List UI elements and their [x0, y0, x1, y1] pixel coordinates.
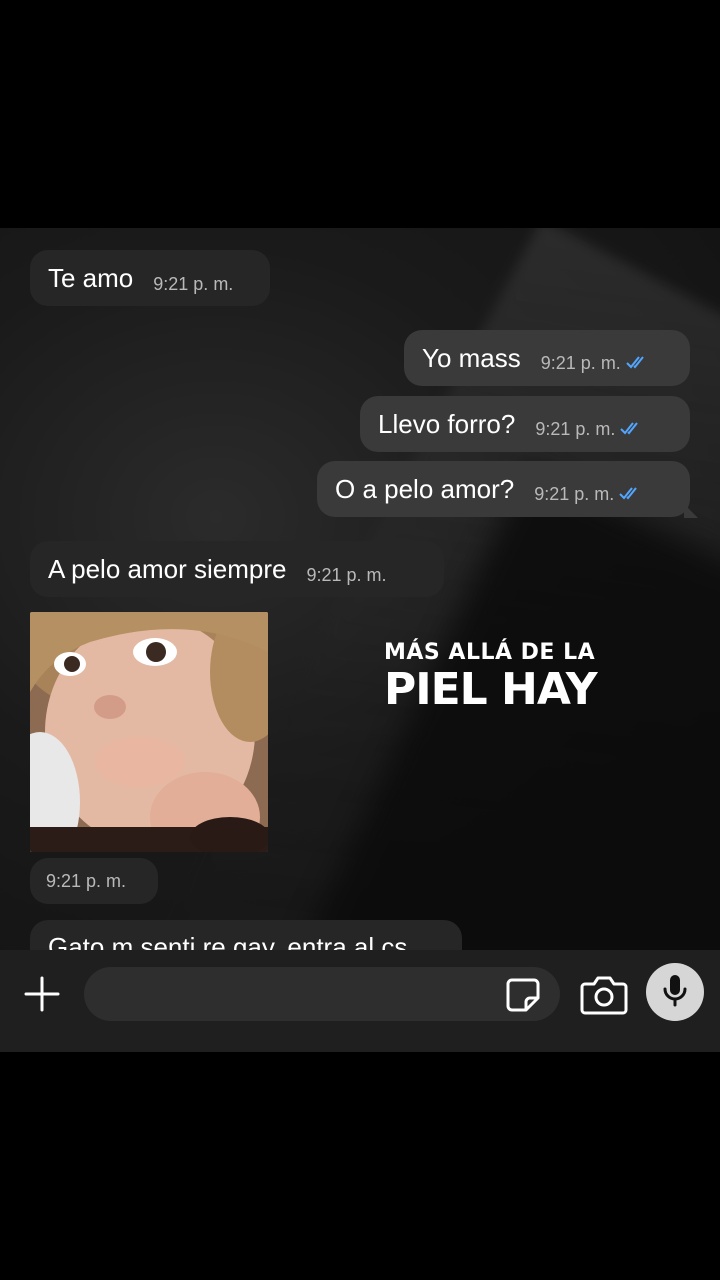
bubble-tail — [684, 504, 698, 518]
read-double-check-icon — [618, 485, 644, 506]
camera-icon[interactable] — [580, 974, 628, 1016]
message-input[interactable] — [84, 967, 560, 1021]
message-text: Llevo forro? — [378, 408, 516, 439]
message-text: Gato m senti re gay, entra al cs — [48, 932, 408, 950]
message-time-label: 9:21 p. m. — [535, 419, 616, 440]
message-bubble-outgoing[interactable]: O a pelo amor? 9:21 p. m. — [317, 461, 690, 517]
message-text: Te amo — [48, 262, 134, 293]
message-bubble-outgoing[interactable]: Yo mass 9:21 p. m. — [404, 330, 690, 386]
message-time-label: 9:21 p. m. — [534, 484, 615, 505]
message-bubble-outgoing[interactable]: Llevo forro? 9:21 p. m. — [360, 396, 690, 452]
message-text: A pelo amor siempre — [48, 553, 287, 584]
photo-time-chip: 9:21 p. m. — [30, 858, 158, 904]
microphone-icon — [662, 973, 688, 1012]
read-double-check-icon — [625, 354, 651, 375]
message-photo[interactable] — [30, 612, 268, 852]
message-time: 9:21 p. m. — [46, 870, 127, 891]
message-time: 9:21 p. m. — [306, 564, 387, 585]
message-time: 9:21 p. m. — [153, 273, 234, 294]
message-composer — [0, 950, 720, 1052]
message-bubble-incoming-partial[interactable]: Gato m senti re gay, entra al cs — [30, 920, 462, 950]
overlay-caption-line1: MÁS ALLÁ DE LA — [384, 640, 596, 665]
message-bubble-incoming[interactable]: Te amo 9:21 p. m. — [30, 250, 270, 306]
chat-message-list[interactable]: Te amo 9:21 p. m. Yo mass 9:21 p. m. Lle… — [0, 228, 720, 950]
read-double-check-icon — [619, 420, 645, 441]
message-text: Yo mass — [422, 342, 521, 373]
sticker-icon[interactable] — [504, 976, 542, 1014]
message-time: 9:21 p. m. — [534, 484, 644, 506]
message-bubble-incoming[interactable]: A pelo amor siempre 9:21 p. m. — [30, 541, 444, 597]
message-time: 9:21 p. m. — [541, 353, 651, 375]
message-text: O a pelo amor? — [335, 473, 515, 504]
overlay-caption-line2: PIEL HAY — [384, 664, 598, 715]
message-time-label: 9:21 p. m. — [540, 353, 621, 374]
message-time: 9:21 p. m. — [535, 419, 645, 441]
chat-screen: Te amo 9:21 p. m. Yo mass 9:21 p. m. Lle… — [0, 0, 720, 1280]
microphone-button[interactable] — [646, 963, 704, 1021]
plus-icon[interactable] — [20, 972, 64, 1016]
